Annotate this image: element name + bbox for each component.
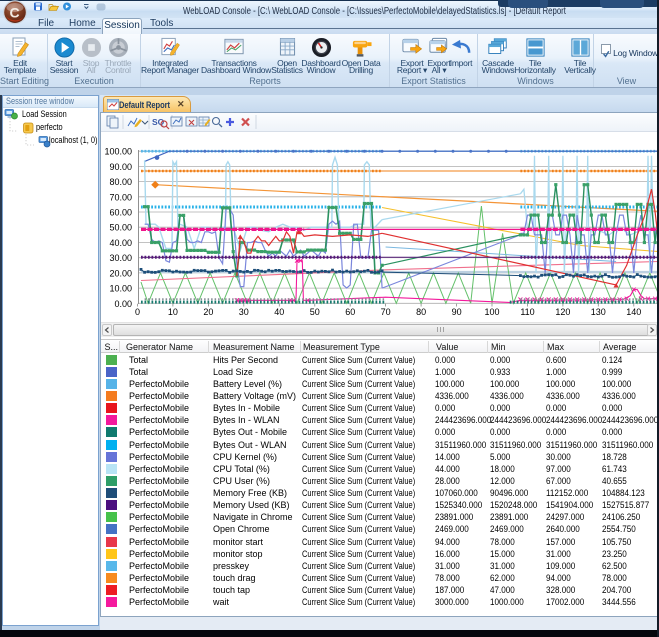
svg-text:70: 70 — [381, 307, 391, 317]
svg-text:0: 0 — [135, 307, 140, 317]
svg-text:50.00: 50.00 — [109, 223, 132, 233]
svg-text:70.00: 70.00 — [109, 192, 132, 202]
svg-text:130: 130 — [591, 307, 606, 317]
svg-text:C: C — [9, 5, 19, 21]
svg-text:60: 60 — [345, 307, 355, 317]
svg-text:10: 10 — [168, 307, 178, 317]
svg-text:20.00: 20.00 — [109, 268, 132, 278]
svg-text:20: 20 — [203, 307, 213, 317]
svg-text:120: 120 — [555, 307, 570, 317]
svg-text:30: 30 — [239, 307, 249, 317]
svg-text:50: 50 — [310, 307, 320, 317]
svg-text:100.00: 100.00 — [104, 147, 132, 157]
svg-text:80: 80 — [416, 307, 426, 317]
svg-text:30.00: 30.00 — [109, 253, 132, 263]
svg-text:0.00: 0.00 — [114, 299, 132, 309]
svg-text:90: 90 — [452, 307, 462, 317]
svg-text:140: 140 — [626, 307, 641, 317]
svg-text:10.00: 10.00 — [109, 284, 132, 294]
svg-text:110: 110 — [520, 307, 534, 317]
svg-text:40: 40 — [274, 307, 284, 317]
svg-text:40.00: 40.00 — [109, 238, 132, 248]
svg-text:90.00: 90.00 — [109, 162, 132, 172]
svg-text:80.00: 80.00 — [109, 177, 132, 187]
svg-text:60.00: 60.00 — [109, 208, 132, 218]
svg-text:100: 100 — [484, 307, 499, 317]
